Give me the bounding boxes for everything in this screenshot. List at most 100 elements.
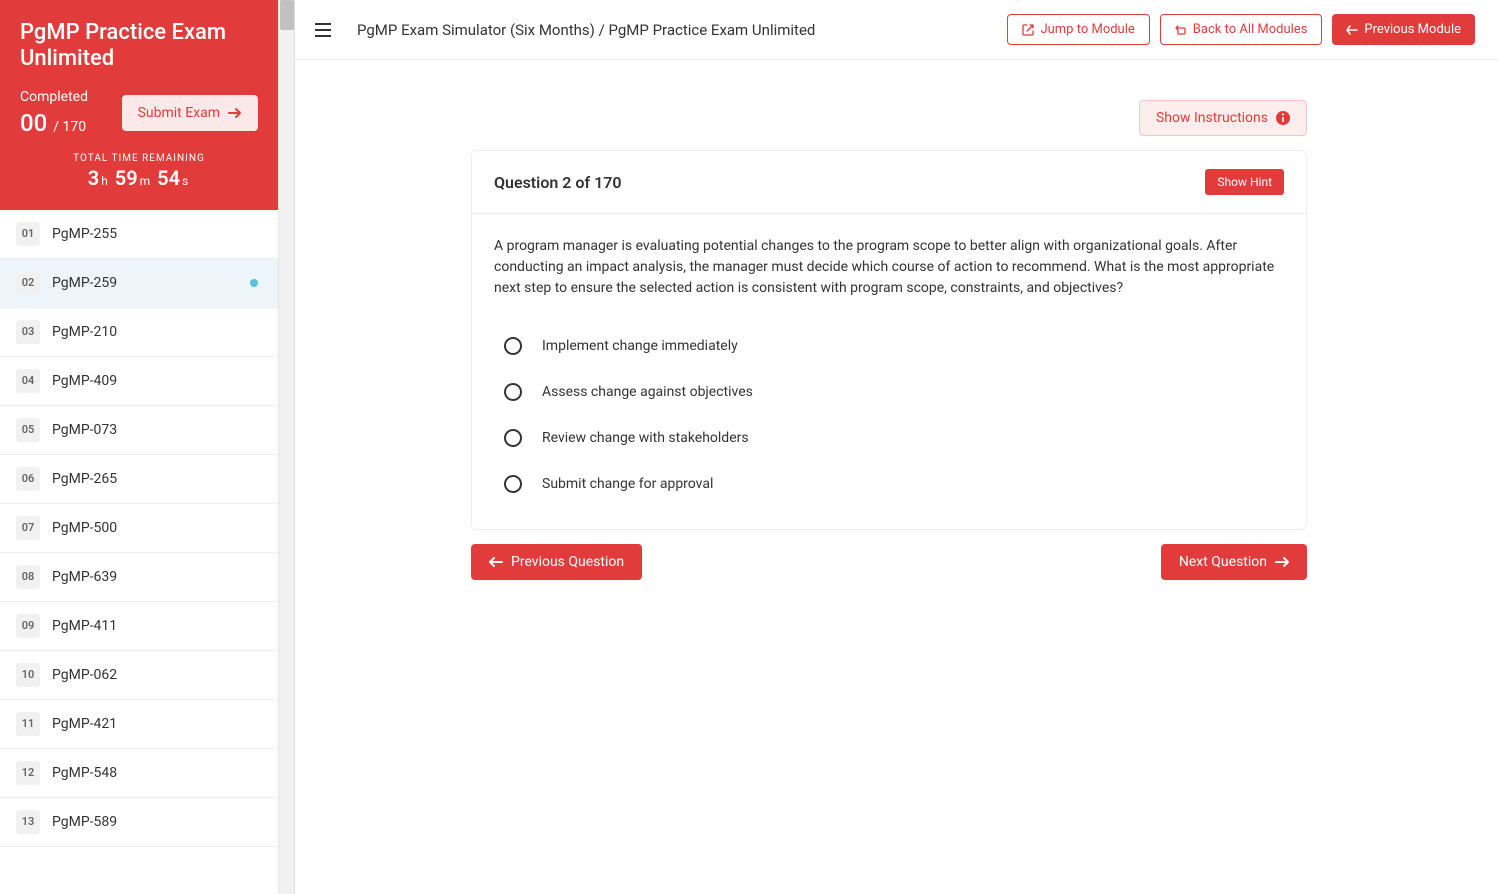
- arrow-left-icon: [489, 556, 503, 568]
- question-item[interactable]: 01 PgMP-255: [0, 210, 278, 259]
- topbar-actions: Jump to Module Back to All Modules Previ…: [1007, 14, 1475, 45]
- jump-label: Jump to Module: [1040, 22, 1134, 37]
- question-number: 09: [16, 614, 40, 638]
- submit-exam-button[interactable]: Submit Exam: [122, 95, 258, 131]
- back-to-modules-button[interactable]: Back to All Modules: [1160, 14, 1323, 45]
- previous-question-button[interactable]: Previous Question: [471, 544, 642, 580]
- question-number: 13: [16, 810, 40, 834]
- question-label: PgMP-073: [52, 422, 117, 438]
- prev-module-label: Previous Module: [1364, 22, 1461, 37]
- answer-option[interactable]: Submit change for approval: [494, 461, 1284, 507]
- answer-text: Review change with stakeholders: [542, 430, 749, 446]
- external-link-icon: [1022, 24, 1034, 36]
- question-label: PgMP-259: [52, 275, 117, 291]
- nav-row: Previous Question Next Question: [471, 544, 1307, 580]
- breadcrumb: PgMP Exam Simulator (Six Months) / PgMP …: [357, 21, 815, 39]
- question-item[interactable]: 12 PgMP-548: [0, 749, 278, 798]
- question-label: PgMP-421: [52, 716, 117, 732]
- question-label: PgMP-265: [52, 471, 117, 487]
- question-item[interactable]: 07 PgMP-500: [0, 504, 278, 553]
- question-item[interactable]: 09 PgMP-411: [0, 602, 278, 651]
- current-indicator-icon: [250, 279, 258, 287]
- question-label: PgMP-062: [52, 667, 117, 683]
- answer-option[interactable]: Implement change immediately: [494, 323, 1284, 369]
- jump-to-module-button[interactable]: Jump to Module: [1007, 14, 1149, 45]
- question-body: A program manager is evaluating potentia…: [472, 214, 1306, 529]
- content: Show Instructions Question 2 of 170 Show…: [279, 60, 1499, 894]
- radio-icon: [504, 429, 522, 447]
- question-header: Question 2 of 170 Show Hint: [472, 151, 1306, 214]
- instructions-row: Show Instructions: [471, 100, 1307, 136]
- time-s-unit: s: [182, 174, 188, 188]
- sidebar-header: PgMP Practice Exam Unlimited Completed 0…: [0, 0, 278, 210]
- question-item[interactable]: 08PgMP-639: [0, 553, 278, 602]
- answer-text: Submit change for approval: [542, 476, 713, 492]
- time-seconds: 54: [157, 166, 180, 190]
- arrow-left-icon: [1346, 25, 1358, 35]
- question-item[interactable]: 13 PgMP-589: [0, 798, 278, 847]
- previous-module-button[interactable]: Previous Module: [1332, 14, 1475, 45]
- question-number: 11: [16, 712, 40, 736]
- menu-icon[interactable]: [315, 23, 331, 37]
- next-question-label: Next Question: [1179, 554, 1267, 570]
- question-label: PgMP-255: [52, 226, 117, 242]
- submit-exam-label: Submit Exam: [138, 105, 220, 121]
- question-number: 06: [16, 467, 40, 491]
- stats-row: Completed 00 / 170 Submit Exam: [20, 89, 258, 137]
- question-text: A program manager is evaluating potentia…: [494, 236, 1284, 299]
- time-h-unit: h: [101, 174, 108, 188]
- question-item[interactable]: 06 PgMP-265: [0, 455, 278, 504]
- info-icon: [1276, 111, 1290, 125]
- question-item[interactable]: 05PgMP-073: [0, 406, 278, 455]
- scrollbar-thumb[interactable]: [280, 0, 294, 30]
- radio-icon: [504, 475, 522, 493]
- question-number: 02: [16, 271, 40, 295]
- question-number: 08: [16, 565, 40, 589]
- completed-label: Completed: [20, 89, 88, 105]
- main: PgMP Exam Simulator (Six Months) / PgMP …: [279, 0, 1499, 894]
- question-item[interactable]: 10 PgMP-062: [0, 651, 278, 700]
- show-hint-button[interactable]: Show Hint: [1205, 169, 1284, 195]
- question-label: PgMP-411: [52, 618, 117, 634]
- time-m-unit: m: [140, 174, 151, 188]
- question-number: 07: [16, 516, 40, 540]
- answer-option[interactable]: Review change with stakeholders: [494, 415, 1284, 461]
- question-item[interactable]: 11 PgMP-421: [0, 700, 278, 749]
- question-number: 10: [16, 663, 40, 687]
- question-card: Question 2 of 170 Show Hint A program ma…: [471, 150, 1307, 530]
- question-item[interactable]: 03 PgMP-210: [0, 308, 278, 357]
- completed-stats: Completed 00 / 170: [20, 89, 88, 137]
- back-arrow-icon: [1175, 24, 1187, 36]
- instructions-label: Show Instructions: [1156, 110, 1268, 126]
- radio-icon: [504, 383, 522, 401]
- answer-text: Assess change against objectives: [542, 384, 753, 400]
- time-label: TOTAL TIME REMAINING: [20, 153, 258, 164]
- question-label: PgMP-548: [52, 765, 117, 781]
- arrow-right-icon: [1275, 556, 1289, 568]
- radio-icon: [504, 337, 522, 355]
- question-label: PgMP-210: [52, 324, 117, 340]
- question-number: 03: [16, 320, 40, 344]
- question-label: PgMP-500: [52, 520, 117, 536]
- question-number: 12: [16, 761, 40, 785]
- show-instructions-button[interactable]: Show Instructions: [1139, 100, 1307, 136]
- question-number: 01: [16, 222, 40, 246]
- question-list[interactable]: 01 PgMP-255 02 PgMP-259 03 PgMP-210 04PgMP-…: [0, 210, 278, 894]
- question-label: PgMP-589: [52, 814, 117, 830]
- question-number-title: Question 2 of 170: [494, 173, 622, 192]
- time-hours: 3: [88, 166, 99, 190]
- exam-title: PgMP Practice Exam Unlimited: [20, 20, 258, 73]
- completed-total: / 170: [53, 119, 86, 135]
- answer-option[interactable]: Assess change against objectives: [494, 369, 1284, 415]
- next-question-button[interactable]: Next Question: [1161, 544, 1307, 580]
- prev-question-label: Previous Question: [511, 554, 624, 570]
- answer-text: Implement change immediately: [542, 338, 738, 354]
- time-minutes: 59: [115, 166, 138, 190]
- completed-count: 00 / 170: [20, 109, 88, 137]
- question-item[interactable]: 04PgMP-409: [0, 357, 278, 406]
- sidebar: PgMP Practice Exam Unlimited Completed 0…: [0, 0, 279, 894]
- completed-number: 00: [20, 109, 47, 137]
- back-label: Back to All Modules: [1193, 22, 1308, 37]
- question-item[interactable]: 02 PgMP-259: [0, 259, 278, 308]
- scrollbar[interactable]: [279, 0, 295, 894]
